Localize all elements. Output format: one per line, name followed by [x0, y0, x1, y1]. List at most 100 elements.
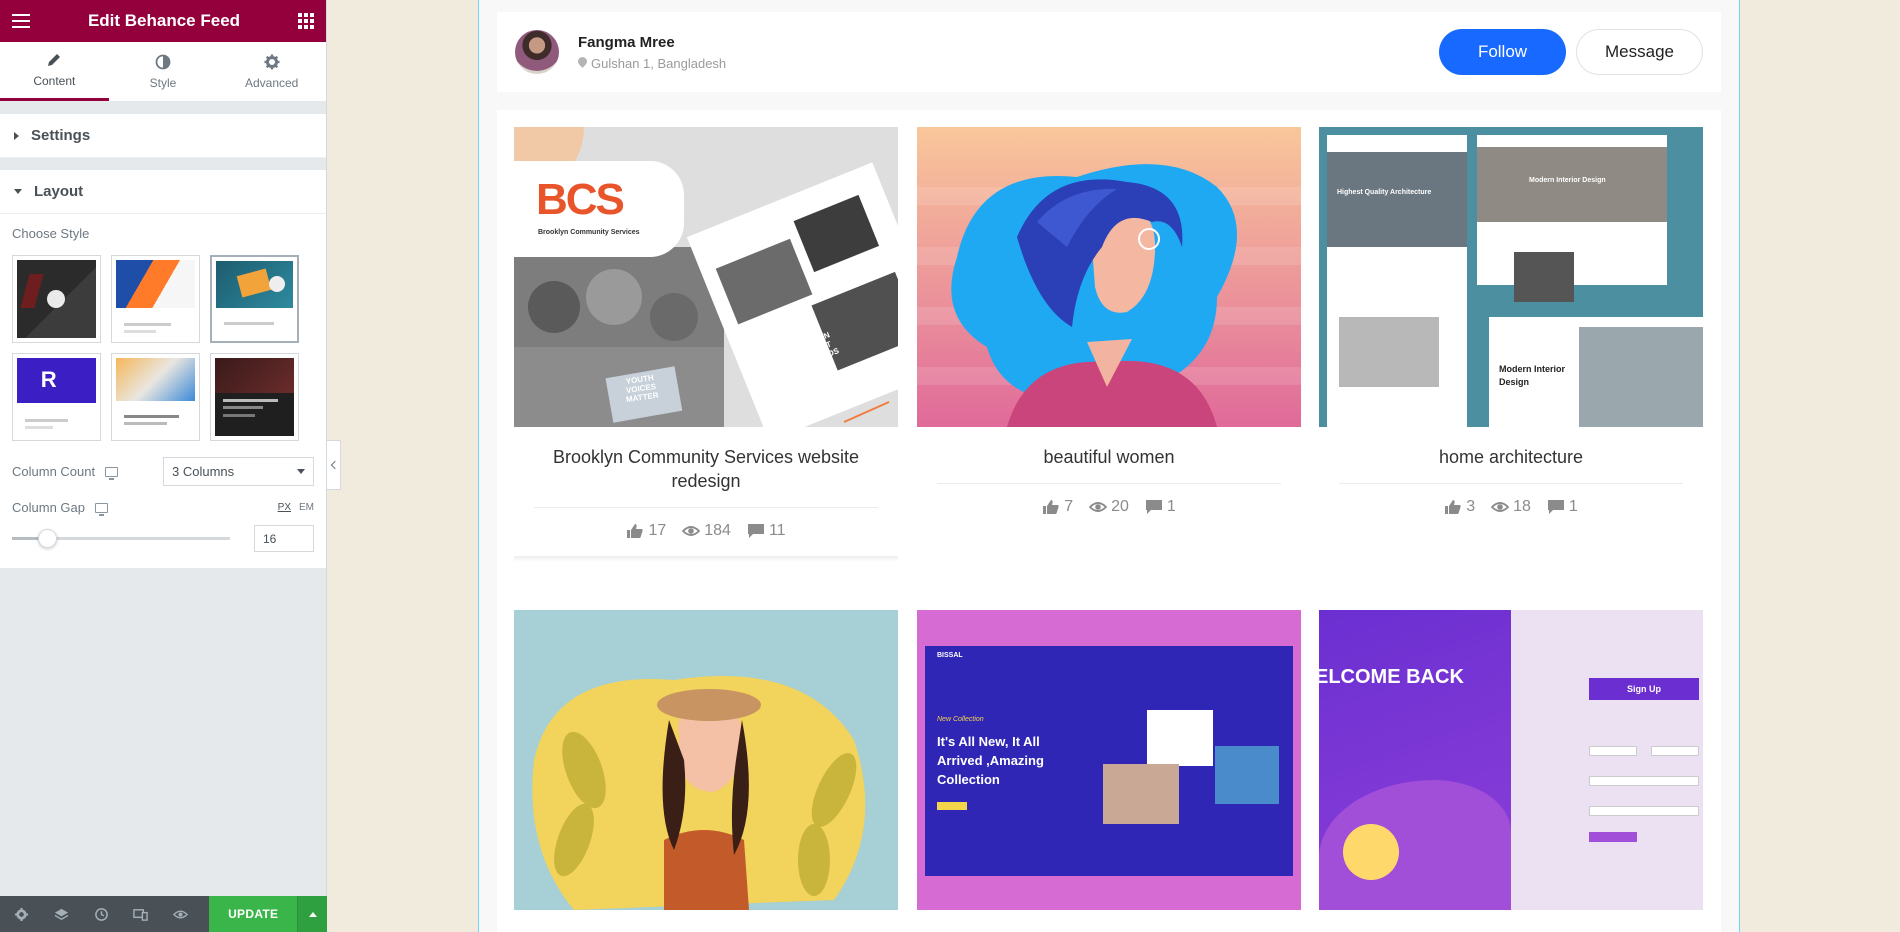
arch-headline-1: Highest Quality Architecture — [1337, 189, 1432, 196]
preview-area: Fangma Mree Gulshan 1, Bangladesh Follow… — [478, 0, 1740, 932]
project-card[interactable]: Highest Quality Architecture Modern Inte… — [1319, 127, 1703, 516]
comment-count: 11 — [768, 522, 786, 539]
style-option-4[interactable]: R — [12, 353, 101, 441]
column-count-label: Column Count — [12, 464, 96, 479]
style-option-5[interactable] — [111, 353, 200, 441]
message-button[interactable]: Message — [1576, 29, 1703, 75]
card-divider — [937, 483, 1281, 484]
view-stat: 184 — [682, 522, 731, 540]
update-options-button[interactable] — [297, 896, 327, 932]
panel-tabs: Content Style Advanced — [0, 42, 326, 102]
fashion-cta — [937, 802, 967, 810]
bcs-logo: BCS — [536, 175, 625, 224]
avatar[interactable] — [515, 30, 559, 74]
update-button[interactable]: UPDATE — [209, 896, 298, 932]
project-card[interactable]: BCS Brooklyn Community Services YOUTH VO… — [514, 127, 898, 562]
bcs-logo-plate: BCS Brooklyn Community Services — [514, 161, 684, 257]
desktop-icon[interactable] — [105, 466, 119, 480]
eye-icon — [172, 910, 188, 918]
layout-section-toggle[interactable]: Layout — [0, 170, 326, 214]
like-count: 7 — [1064, 498, 1074, 515]
settings-section: Settings — [0, 114, 326, 158]
view-count: 184 — [704, 522, 731, 539]
panel-header: Edit Behance Feed — [0, 0, 326, 42]
caret-down-icon — [14, 189, 22, 194]
project-image[interactable]: BCS Brooklyn Community Services YOUTH VO… — [514, 127, 898, 427]
project-stats: 17 184 11 — [514, 522, 898, 540]
column-gap-slider[interactable] — [12, 529, 230, 548]
pencil-icon — [48, 54, 61, 66]
responsive-mode-button[interactable] — [121, 896, 161, 932]
project-image[interactable]: BISSAL New Collection It's All New, It A… — [917, 610, 1301, 910]
comment-icon — [1145, 500, 1162, 514]
desktop-icon[interactable] — [94, 502, 108, 516]
profile-bar: Fangma Mree Gulshan 1, Bangladesh Follow… — [497, 12, 1721, 92]
menu-icon[interactable] — [12, 14, 30, 28]
unit-px[interactable]: PX — [278, 502, 291, 513]
card-shadow — [514, 556, 898, 562]
comment-count: 1 — [1568, 498, 1578, 515]
tab-advanced[interactable]: Advanced — [217, 42, 326, 101]
column-count-select[interactable]: 3 Columns — [163, 457, 314, 486]
fashion-mockup: BISSAL New Collection It's All New, It A… — [925, 646, 1293, 876]
tab-content[interactable]: Content — [0, 42, 109, 101]
widgets-grid-icon[interactable] — [297, 13, 314, 29]
project-image[interactable] — [514, 610, 898, 910]
style-picker: R — [12, 255, 314, 441]
unit-em[interactable]: EM — [299, 502, 314, 513]
column-count-value: 3 Columns — [172, 464, 235, 479]
project-image[interactable]: ELCOME BACK Sign Up — [1319, 610, 1703, 910]
card-divider — [1339, 483, 1683, 484]
style-option-2[interactable] — [111, 255, 200, 343]
view-count: 20 — [1111, 498, 1129, 515]
column-gap-input[interactable]: 16 — [254, 525, 314, 552]
history-icon — [94, 907, 108, 921]
project-card[interactable]: beautiful women 7 20 1 — [917, 127, 1301, 516]
arch-headline-2: Modern Interior Design — [1529, 177, 1606, 184]
project-title[interactable]: beautiful women — [917, 427, 1301, 469]
slider-handle[interactable] — [37, 529, 57, 548]
project-image[interactable]: Highest Quality Architecture Modern Inte… — [1319, 127, 1703, 427]
column-gap-row: Column Gap PX EM — [12, 500, 314, 516]
settings-footer-button[interactable] — [2, 896, 42, 932]
project-feed: BCS Brooklyn Community Services YOUTH VO… — [497, 110, 1721, 932]
signup-field-2 — [1651, 746, 1699, 756]
comment-count: 1 — [1166, 498, 1176, 515]
like-count: 17 — [648, 522, 667, 539]
project-title[interactable]: home architecture — [1319, 427, 1703, 469]
style-option-3[interactable] — [210, 255, 299, 343]
like-stat: 3 — [1444, 498, 1475, 516]
project-stats: 7 20 1 — [917, 498, 1301, 516]
tab-style-label: Style — [149, 75, 177, 90]
layout-section-label: Layout — [34, 183, 84, 200]
navigator-button[interactable] — [42, 896, 82, 932]
caret-up-icon — [308, 911, 317, 917]
preview-button[interactable] — [161, 896, 201, 932]
comment-stat: 11 — [747, 522, 786, 540]
project-image[interactable] — [917, 127, 1301, 427]
view-count: 18 — [1513, 498, 1531, 515]
history-button[interactable] — [81, 896, 121, 932]
collapse-panel-button[interactable] — [327, 440, 341, 490]
project-card[interactable] — [514, 610, 898, 910]
project-title[interactable]: Brooklyn Community Services website rede… — [514, 427, 898, 493]
location-pin-icon — [578, 57, 587, 69]
style-option-1[interactable] — [12, 255, 101, 343]
settings-section-toggle[interactable]: Settings — [0, 114, 326, 158]
panel-footer: UPDATE — [0, 896, 327, 932]
like-count: 3 — [1466, 498, 1476, 515]
layout-body: Choose Style R Column Count 3 Columns Co… — [0, 214, 326, 568]
tab-style[interactable]: Style — [109, 42, 218, 101]
fashion-small: New Collection — [937, 716, 984, 723]
profile-location-text: Gulshan 1, Bangladesh — [591, 55, 727, 71]
view-stat: 18 — [1491, 498, 1531, 516]
eye-icon — [682, 526, 701, 536]
follow-button[interactable]: Follow — [1439, 29, 1566, 75]
comment-icon — [747, 524, 764, 538]
style-option-6[interactable] — [210, 353, 299, 441]
caret-right-icon — [14, 131, 19, 140]
signup-field-4 — [1589, 806, 1699, 816]
project-card[interactable]: ELCOME BACK Sign Up — [1319, 610, 1703, 910]
project-card[interactable]: BISSAL New Collection It's All New, It A… — [917, 610, 1301, 910]
settings-section-label: Settings — [31, 127, 91, 144]
